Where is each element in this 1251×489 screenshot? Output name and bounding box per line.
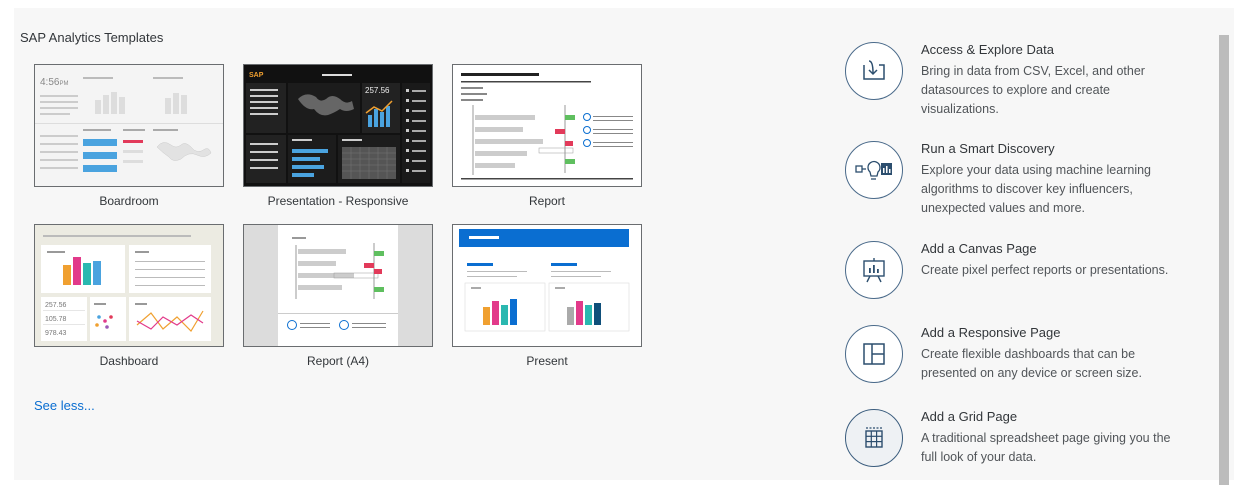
report-a4-preview: [278, 225, 398, 346]
report-preview: [461, 73, 633, 180]
vertical-scrollbar[interactable]: [1219, 35, 1229, 485]
action-title: Add a Grid Page: [921, 409, 1018, 424]
template-label: Report: [528, 194, 566, 208]
action-add-responsive-page[interactable]: Add a Responsive Page Create flexible da…: [845, 325, 1185, 405]
template-report-a4[interactable]: Report (A4): [243, 224, 433, 368]
action-title: Run a Smart Discovery: [921, 141, 1055, 156]
action-add-canvas-page[interactable]: Add a Canvas Page Create pixel perfect r…: [845, 241, 1185, 321]
dashboard-preview: 257.56 105.78 978.43: [41, 235, 211, 341]
report-a4-thumbnail[interactable]: [243, 224, 433, 347]
template-boardroom[interactable]: 4:56PM Boardroom: [34, 64, 224, 208]
action-title: Access & Explore Data: [921, 42, 1054, 57]
action-title: Add a Responsive Page: [921, 325, 1061, 340]
template-present[interactable]: Present: [452, 224, 642, 368]
dashboard-kpi-1: 257.56: [45, 302, 67, 309]
template-label: Boardroom: [99, 194, 159, 208]
dashboard-thumbnail[interactable]: 257.56 105.78 978.43: [34, 224, 224, 347]
dashboard-kpi-2: 105.78: [45, 316, 67, 323]
action-title: Add a Canvas Page: [921, 241, 1037, 256]
action-add-grid-page[interactable]: Add a Grid Page A traditional spreadshee…: [845, 409, 1185, 489]
boardroom-thumbnail[interactable]: 4:56PM: [34, 64, 224, 187]
action-description: A traditional spreadsheet page giving yo…: [921, 431, 1171, 464]
presentation-preview: SAP 257.56: [244, 65, 432, 186]
smart-discovery-icon[interactable]: [845, 141, 903, 199]
import-data-icon[interactable]: [845, 42, 903, 100]
action-description: Create pixel perfect reports or presenta…: [921, 263, 1169, 277]
template-dashboard[interactable]: 257.56 105.78 978.43 Dashboard: [34, 224, 224, 368]
boardroom-preview: 4:56PM: [35, 77, 223, 172]
responsive-page-icon[interactable]: [845, 325, 903, 383]
template-label: Report (A4): [306, 354, 370, 368]
action-description: Explore your data using machine learning…: [921, 163, 1151, 215]
see-less-link[interactable]: See less...: [34, 398, 95, 413]
action-description: Bring in data from CSV, Excel, and other…: [921, 64, 1145, 116]
presentation-thumbnail[interactable]: SAP 257.56: [243, 64, 433, 187]
template-label: Present: [526, 354, 568, 368]
action-description: Create flexible dashboards that can be p…: [921, 347, 1142, 380]
template-presentation-responsive[interactable]: SAP 257.56 Presentation - Responsive: [243, 64, 433, 208]
action-access-explore-data[interactable]: Access & Explore Data Bring in data from…: [845, 42, 1185, 122]
present-preview: [459, 229, 630, 332]
presentation-kpi: 257.56: [365, 86, 390, 95]
report-thumbnail[interactable]: [452, 64, 642, 187]
canvas-page-icon[interactable]: [845, 241, 903, 299]
grid-page-icon[interactable]: [845, 409, 903, 467]
action-smart-discovery[interactable]: Run a Smart Discovery Explore your data …: [845, 141, 1185, 221]
template-report[interactable]: Report: [452, 64, 642, 208]
present-thumbnail[interactable]: [452, 224, 642, 347]
dashboard-kpi-3: 978.43: [45, 330, 67, 337]
section-title: SAP Analytics Templates: [20, 30, 164, 45]
template-label: Dashboard: [99, 354, 159, 368]
boardroom-time: 4:56PM: [40, 77, 68, 88]
presentation-brand: SAP: [249, 72, 264, 79]
template-label: Presentation - Responsive: [267, 194, 409, 208]
